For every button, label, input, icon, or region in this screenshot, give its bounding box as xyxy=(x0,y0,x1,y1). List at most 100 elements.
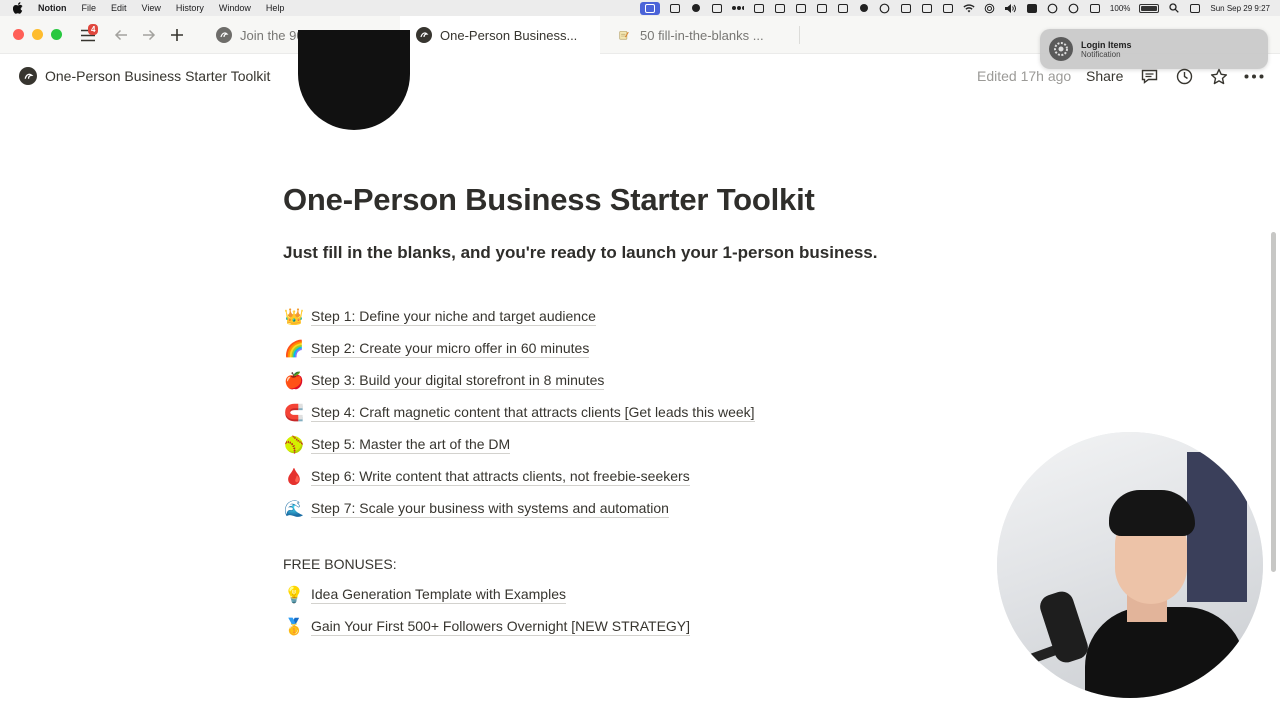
list-item[interactable]: 💡 Idea Generation Template with Examples xyxy=(284,579,690,611)
comments-icon[interactable] xyxy=(1139,66,1159,86)
creator-logo-icon xyxy=(1221,658,1249,686)
list-item[interactable]: 🌈 Step 2: Create your micro offer in 60 … xyxy=(284,333,755,365)
breadcrumb-page-title[interactable]: One-Person Business Starter Toolkit xyxy=(45,68,270,84)
status-timer-icon[interactable] xyxy=(879,3,891,13)
forward-arrow-icon[interactable] xyxy=(139,25,159,45)
gold-medal-icon: 🥇 xyxy=(284,619,304,636)
search-icon[interactable] xyxy=(1168,3,1180,13)
notion-page-icon xyxy=(416,27,432,43)
memo-icon xyxy=(616,27,632,43)
page-subtitle[interactable]: Just fill in the blanks, and you're read… xyxy=(283,243,877,263)
step-7-link[interactable]: Step 7: Scale your business with systems… xyxy=(311,500,669,518)
step-6-link[interactable]: Step 6: Write content that attracts clie… xyxy=(311,468,690,486)
window-controls xyxy=(13,29,62,40)
menu-file[interactable]: File xyxy=(82,3,97,13)
minimize-window-button[interactable] xyxy=(32,29,43,40)
bonus-followers-link[interactable]: Gain Your First 500+ Followers Overnight… xyxy=(311,618,691,636)
step-4-link[interactable]: Step 4: Craft magnetic content that attr… xyxy=(311,404,755,422)
control-center-icon[interactable] xyxy=(1189,3,1201,13)
wave-icon: 🌊 xyxy=(284,501,304,518)
apple-icon: 🍎 xyxy=(284,373,304,390)
list-item[interactable]: 🥎 Step 5: Master the art of the DM xyxy=(284,429,755,461)
step-5-link[interactable]: Step 5: Master the art of the DM xyxy=(311,436,511,454)
menu-app-name[interactable]: Notion xyxy=(38,3,67,13)
bonuses-list: 💡 Idea Generation Template with Examples… xyxy=(284,579,691,643)
status-app-icon[interactable] xyxy=(669,3,681,13)
status-app-icon[interactable] xyxy=(816,3,828,13)
webcam-overlay xyxy=(997,432,1263,698)
menu-history[interactable]: History xyxy=(176,3,204,13)
status-app-icon[interactable] xyxy=(711,3,723,13)
light-bulb-icon: 💡 xyxy=(284,587,304,604)
menu-view[interactable]: View xyxy=(142,3,161,13)
inbox-count-badge: 4 xyxy=(88,24,99,35)
presenter-hair xyxy=(1109,490,1195,536)
wifi-icon[interactable] xyxy=(963,3,975,13)
page-header: One-Person Business Starter Toolkit Edit… xyxy=(0,62,1280,90)
back-arrow-icon[interactable] xyxy=(111,25,131,45)
tab-separator xyxy=(799,26,800,44)
apple-logo-icon[interactable] xyxy=(12,2,24,14)
list-item[interactable]: 🍎 Step 3: Build your digital storefront … xyxy=(284,365,755,397)
notification-text: Login Items Notification xyxy=(1081,40,1132,59)
softball-icon: 🥎 xyxy=(284,437,304,454)
zoom-window-button[interactable] xyxy=(51,29,62,40)
list-item[interactable]: 🧲 Step 4: Craft magnetic content that at… xyxy=(284,397,755,429)
step-2-link[interactable]: Step 2: Create your micro offer in 60 mi… xyxy=(311,340,590,358)
status-notion-icon[interactable] xyxy=(753,3,765,13)
step-1-link[interactable]: Step 1: Define your niche and target aud… xyxy=(311,308,596,326)
screen-recording-icon[interactable] xyxy=(639,1,660,15)
tab-label: One-Person Business... xyxy=(440,27,578,43)
status-app-icon[interactable] xyxy=(942,3,954,13)
battery-icon[interactable] xyxy=(1139,3,1160,13)
page-icon[interactable] xyxy=(19,67,37,85)
tab-label: 50 fill-in-the-blanks ... xyxy=(640,27,764,43)
bonus-idea-template-link[interactable]: Idea Generation Template with Examples xyxy=(311,586,566,604)
edited-timestamp: Edited 17h ago xyxy=(977,68,1072,84)
list-item[interactable]: 👑 Step 1: Define your niche and target a… xyxy=(284,301,755,333)
steps-list: 👑 Step 1: Define your niche and target a… xyxy=(284,301,755,525)
share-button[interactable]: Share xyxy=(1086,68,1123,84)
status-bell-icon[interactable] xyxy=(858,3,870,13)
bonuses-heading[interactable]: FREE BONUSES: xyxy=(283,556,397,572)
list-item[interactable]: 🩸 Step 6: Write content that attracts cl… xyxy=(284,461,755,493)
status-app-icon[interactable] xyxy=(795,3,807,13)
crown-icon: 👑 xyxy=(284,309,304,326)
star-icon[interactable] xyxy=(1209,66,1229,86)
status-play-icon[interactable] xyxy=(1047,3,1059,13)
clock-icon[interactable] xyxy=(1174,66,1194,86)
magnet-icon: 🧲 xyxy=(284,405,304,422)
status-app-icon[interactable] xyxy=(774,3,786,13)
tab-fill-in-the-blanks[interactable]: 50 fill-in-the-blanks ... xyxy=(600,16,800,54)
tab-one-person-business[interactable]: One-Person Business... xyxy=(400,16,600,54)
menu-help[interactable]: Help xyxy=(266,3,285,13)
plus-icon[interactable] xyxy=(167,25,187,45)
user-icon[interactable] xyxy=(1068,3,1080,13)
notification-title: Login Items xyxy=(1081,39,1132,50)
display-icon[interactable] xyxy=(1089,3,1101,13)
menu-edit[interactable]: Edit xyxy=(111,3,127,13)
notion-page-icon xyxy=(216,27,232,43)
status-dots-icon[interactable] xyxy=(731,3,744,13)
close-window-button[interactable] xyxy=(13,29,24,40)
step-3-link[interactable]: Step 3: Build your digital storefront in… xyxy=(311,372,605,390)
airdrop-icon[interactable] xyxy=(984,3,996,13)
system-settings-icon xyxy=(1049,37,1073,61)
page-cover-icon[interactable] xyxy=(298,30,410,130)
status-gear-icon[interactable] xyxy=(690,3,702,13)
video-background-window xyxy=(1187,452,1247,602)
status-app-icon[interactable] xyxy=(900,3,912,13)
battery-percentage: 100% xyxy=(1109,3,1131,13)
menu-clock[interactable]: Sun Sep 29 9:27 xyxy=(1210,4,1270,13)
status-app-icon[interactable] xyxy=(837,3,849,13)
page-title[interactable]: One-Person Business Starter Toolkit xyxy=(283,182,815,218)
list-item[interactable]: 🥇 Gain Your First 500+ Followers Overnig… xyxy=(284,611,691,643)
more-icon[interactable] xyxy=(1244,66,1264,86)
page-scrollbar[interactable] xyxy=(1271,232,1276,572)
volume-icon[interactable] xyxy=(1004,3,1017,13)
menu-window[interactable]: Window xyxy=(219,3,251,13)
drop-of-blood-icon: 🩸 xyxy=(284,469,304,486)
status-app-icon[interactable] xyxy=(921,3,933,13)
list-item[interactable]: 🌊 Step 7: Scale your business with syste… xyxy=(284,493,755,525)
input-source-icon[interactable] xyxy=(1026,3,1038,13)
